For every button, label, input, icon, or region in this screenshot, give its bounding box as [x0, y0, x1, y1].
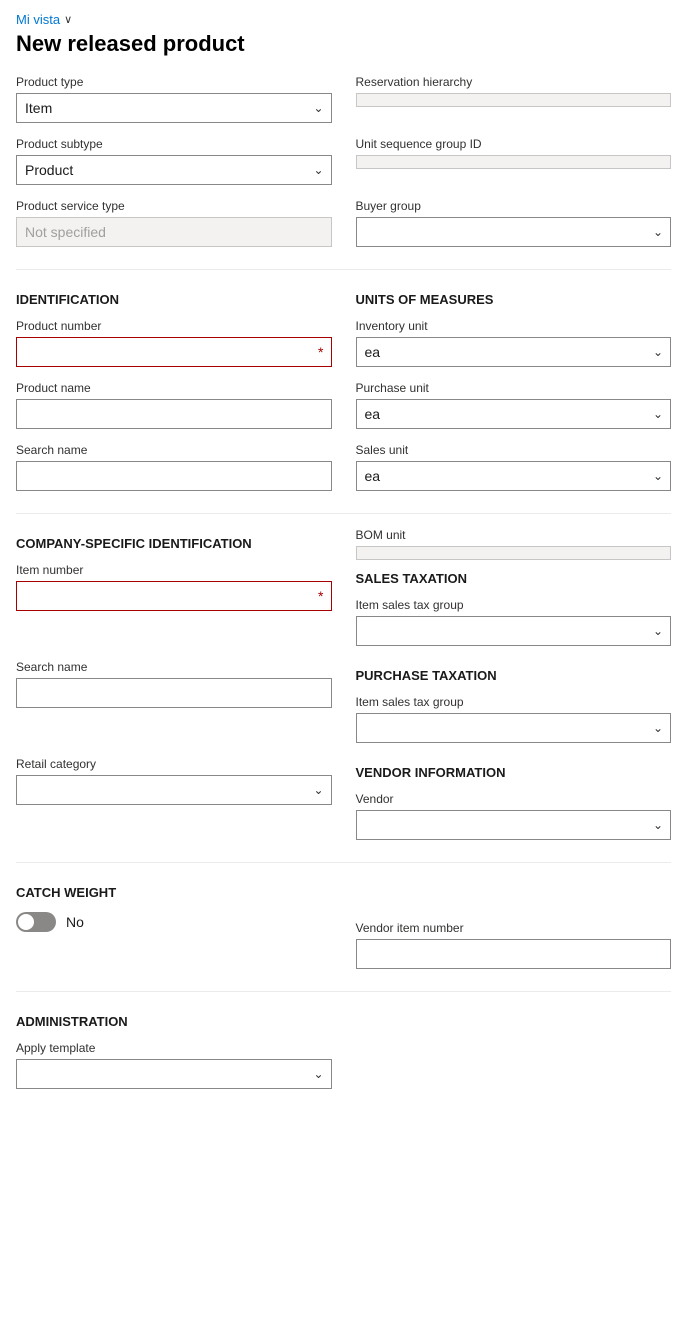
sales-unit-label: Sales unit	[356, 443, 672, 457]
product-number-wrapper: *	[16, 337, 332, 367]
buyer-group-select-wrapper[interactable]: ⌄	[356, 217, 672, 247]
apply-template-select[interactable]	[16, 1059, 332, 1089]
unit-sequence-input	[356, 155, 672, 169]
item-number-field: Item number *	[16, 563, 332, 646]
product-number-field: Product number *	[16, 319, 332, 367]
sales-unit-select[interactable]: ea pcs	[356, 461, 672, 491]
catch-weight-toggle-label: No	[66, 914, 84, 930]
toggle-knob	[18, 914, 34, 930]
product-subtype-field: Product subtype Product Product master ⌄	[16, 137, 332, 185]
buyer-group-select[interactable]	[356, 217, 672, 247]
retail-category-label: Retail category	[16, 757, 332, 771]
product-number-input[interactable]	[16, 337, 332, 367]
vendor-item-number-field: Vendor item number	[356, 921, 672, 969]
section-divider-4	[16, 991, 671, 992]
purchase-unit-field: Purchase unit ea pcs ⌄	[356, 381, 672, 429]
product-subtype-select[interactable]: Product Product master	[16, 155, 332, 185]
item-sales-tax-group-purchase-select-wrapper[interactable]: ⌄	[356, 713, 672, 743]
company-search-name-label: Search name	[16, 660, 332, 674]
catch-weight-toggle[interactable]	[16, 912, 56, 932]
item-sales-tax-group-purchase-label: Item sales tax group	[356, 695, 672, 709]
item-number-label: Item number	[16, 563, 332, 577]
company-search-name-input[interactable]	[16, 678, 332, 708]
company-identification-header: COMPANY-SPECIFIC IDENTIFICATION	[16, 536, 332, 551]
retail-category-select[interactable]	[16, 775, 332, 805]
item-sales-tax-group-sales-select[interactable]	[356, 616, 672, 646]
retail-category-field: Retail category ⌄	[16, 757, 332, 840]
product-name-field: Product name	[16, 381, 332, 429]
purchase-unit-label: Purchase unit	[356, 381, 672, 395]
reservation-hierarchy-label: Reservation hierarchy	[356, 75, 672, 89]
product-type-select-wrapper[interactable]: Item Service ⌄	[16, 93, 332, 123]
apply-template-label: Apply template	[16, 1041, 332, 1055]
item-sales-tax-group-sales-select-wrapper[interactable]: ⌄	[356, 616, 672, 646]
vendor-label: Vendor	[356, 792, 672, 806]
vendor-information-header: VENDOR INFORMATION	[356, 765, 672, 780]
purchase-unit-select-wrapper[interactable]: ea pcs ⌄	[356, 399, 672, 429]
bom-unit-field: BOM unit	[356, 528, 672, 563]
product-number-label: Product number	[16, 319, 332, 333]
search-name-field: Search name	[16, 443, 332, 491]
inventory-unit-select[interactable]: ea pcs	[356, 337, 672, 367]
vendor-select-wrapper[interactable]: ⌄	[356, 810, 672, 840]
product-subtype-select-wrapper[interactable]: Product Product master ⌄	[16, 155, 332, 185]
product-type-field: Product type Item Service ⌄	[16, 75, 332, 123]
inventory-unit-select-wrapper[interactable]: ea pcs ⌄	[356, 337, 672, 367]
sales-unit-field: Sales unit ea pcs ⌄	[356, 443, 672, 491]
product-service-type-field: Product service type Not specified	[16, 199, 332, 247]
vendor-field: Vendor ⌄	[356, 792, 672, 840]
product-subtype-label: Product subtype	[16, 137, 332, 151]
breadcrumb-label: Mi vista	[16, 12, 60, 27]
product-name-label: Product name	[16, 381, 332, 395]
item-sales-tax-group-purchase-field: Item sales tax group ⌄	[356, 695, 672, 743]
vendor-item-number-input[interactable]	[356, 939, 672, 969]
product-service-type-input: Not specified	[16, 217, 332, 247]
product-type-select[interactable]: Item Service	[16, 93, 332, 123]
inventory-unit-field: Inventory unit ea pcs ⌄	[356, 319, 672, 367]
product-name-input[interactable]	[16, 399, 332, 429]
item-number-input[interactable]	[16, 581, 332, 611]
chevron-down-icon: ∨	[64, 13, 72, 26]
buyer-group-field: Buyer group ⌄	[356, 199, 672, 247]
purchase-unit-select[interactable]: ea pcs	[356, 399, 672, 429]
units-header: UNITS OF MEASURES	[356, 292, 672, 307]
product-service-type-label: Product service type	[16, 199, 332, 213]
bom-unit-label: BOM unit	[356, 528, 672, 542]
unit-sequence-field: Unit sequence group ID	[356, 137, 672, 185]
administration-header: ADMINISTRATION	[16, 1014, 332, 1029]
apply-template-select-wrapper[interactable]: ⌄	[16, 1059, 332, 1089]
search-name-input[interactable]	[16, 461, 332, 491]
reservation-hierarchy-input	[356, 93, 672, 107]
item-number-wrapper: *	[16, 581, 332, 611]
retail-category-select-wrapper[interactable]: ⌄	[16, 775, 332, 805]
item-sales-tax-group-sales-label: Item sales tax group	[356, 598, 672, 612]
breadcrumb[interactable]: Mi vista ∨	[16, 12, 671, 27]
company-search-name-field: Search name	[16, 660, 332, 743]
identification-header: IDENTIFICATION	[16, 292, 332, 307]
section-divider-3	[16, 862, 671, 863]
item-sales-tax-group-sales-field: Item sales tax group ⌄	[356, 598, 672, 646]
product-type-label: Product type	[16, 75, 332, 89]
catch-weight-toggle-row: No	[16, 912, 332, 932]
apply-template-field: Apply template ⌄	[16, 1041, 332, 1089]
page-title: New released product	[16, 31, 671, 57]
sales-unit-select-wrapper[interactable]: ea pcs ⌄	[356, 461, 672, 491]
bom-unit-input	[356, 546, 672, 560]
search-name-label: Search name	[16, 443, 332, 457]
section-divider-2	[16, 513, 671, 514]
sales-taxation-header: SALES TAXATION	[356, 571, 672, 586]
buyer-group-label: Buyer group	[356, 199, 672, 213]
reservation-hierarchy-field: Reservation hierarchy	[356, 75, 672, 123]
vendor-item-number-label: Vendor item number	[356, 921, 672, 935]
purchase-taxation-header: PURCHASE TAXATION	[356, 668, 672, 683]
vendor-select[interactable]	[356, 810, 672, 840]
catch-weight-header: CATCH WEIGHT	[16, 885, 332, 900]
section-divider-1	[16, 269, 671, 270]
item-sales-tax-group-purchase-select[interactable]	[356, 713, 672, 743]
inventory-unit-label: Inventory unit	[356, 319, 672, 333]
unit-sequence-label: Unit sequence group ID	[356, 137, 672, 151]
